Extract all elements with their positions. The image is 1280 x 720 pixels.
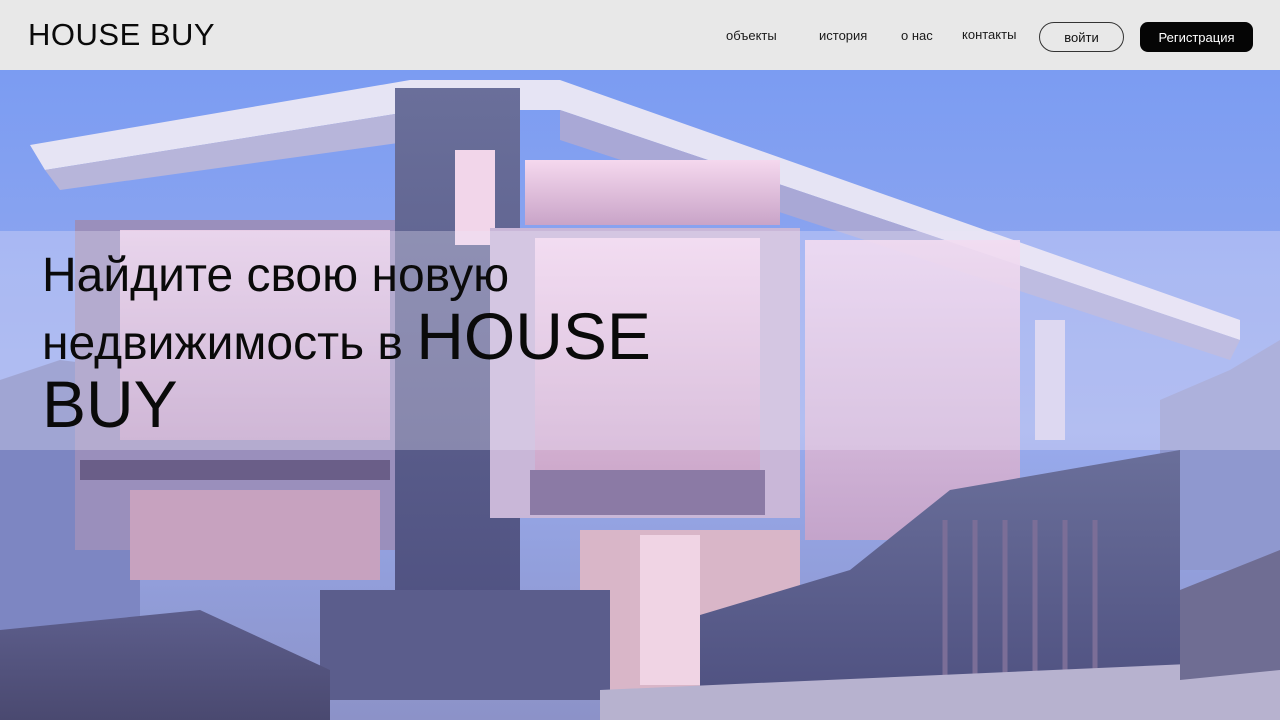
nav-link-contacts[interactable]: контакты [962,27,1016,42]
site-logo[interactable]: HOUSE BUY [28,17,215,53]
headline-brand-buy: BUY [42,367,178,441]
nav-link-about[interactable]: о нас [901,28,933,43]
headline-line-1: Найдите свою новую [42,249,510,302]
headline-brand-house: HOUSE [416,299,651,373]
hero-headline: Найдите свою новую недвижимость в HOUSE … [42,248,762,437]
hero-section: Найдите свою новую недвижимость в HOUSE … [0,70,1280,720]
nav-link-objects[interactable]: объекты [726,28,777,43]
register-button[interactable]: Регистрация [1140,22,1253,52]
headline-line-2: недвижимость в [42,317,417,370]
login-button[interactable]: войти [1039,22,1124,52]
site-header: HOUSE BUY объекты история о нас контакты… [0,0,1280,70]
nav-link-history[interactable]: история [819,28,867,43]
